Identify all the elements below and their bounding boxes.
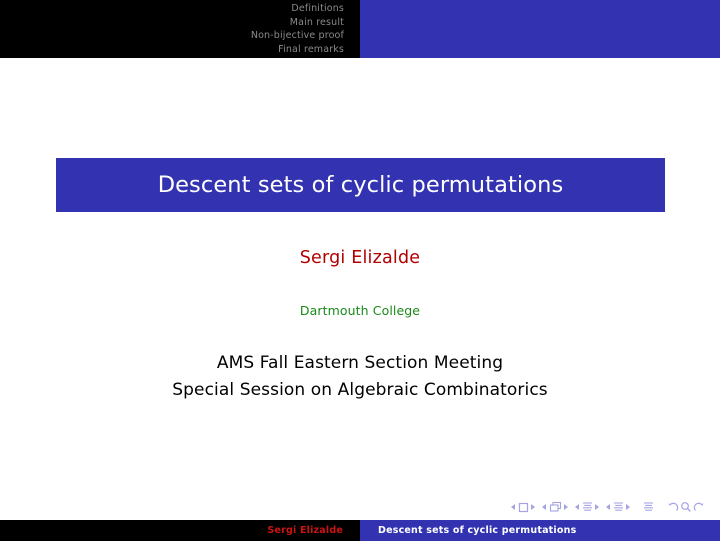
header-nav-item-final-remarks[interactable]: Final remarks <box>0 43 344 57</box>
footer-author-section: Sergi Elizalde <box>0 520 360 541</box>
footer-title-label: Descent sets of cyclic permutations <box>378 525 577 536</box>
go-forward-icon[interactable] <box>693 498 705 517</box>
subsection-navigation-icon[interactable] <box>582 498 593 517</box>
previous-section-icon[interactable] <box>606 504 610 510</box>
header-nav-item-non-bijective-proof[interactable]: Non-bijective proof <box>0 29 344 43</box>
slide-header-bar: Definitions Main result Non-bijective pr… <box>0 0 720 58</box>
beamer-navigation-symbols <box>511 499 712 515</box>
document-navigation-icon[interactable] <box>643 498 654 517</box>
header-nav-item-definitions[interactable]: Definitions <box>0 2 344 16</box>
page-title: Descent sets of cyclic permutations <box>157 172 564 198</box>
slide-title-box: Descent sets of cyclic permutations <box>56 158 665 212</box>
next-slide-icon[interactable] <box>531 504 535 510</box>
header-navigation-list: Definitions Main result Non-bijective pr… <box>0 0 360 58</box>
next-subsection-icon[interactable] <box>595 504 599 510</box>
header-nav-item-main-result[interactable]: Main result <box>0 16 344 30</box>
next-frame-icon[interactable] <box>564 504 568 510</box>
previous-subsection-icon[interactable] <box>575 504 579 510</box>
section-navigation-icon[interactable] <box>613 498 624 517</box>
slide-event-line-1: AMS Fall Eastern Section Meeting <box>216 353 504 373</box>
slide-footer-bar: Sergi Elizalde Descent sets of cyclic pe… <box>0 520 720 541</box>
previous-frame-icon[interactable] <box>542 504 546 510</box>
history-navigation-group[interactable] <box>667 498 705 517</box>
section-navigation-group[interactable] <box>606 498 630 517</box>
next-section-icon[interactable] <box>626 504 630 510</box>
go-back-icon[interactable] <box>667 498 679 517</box>
subsection-navigation-group[interactable] <box>575 498 599 517</box>
slide-navigation-group[interactable] <box>511 498 535 517</box>
slide-event-line-2: Special Session on Algebraic Combinatori… <box>172 380 548 400</box>
footer-author-label: Sergi Elizalde <box>267 525 343 536</box>
slide-institute: Dartmouth College <box>299 303 421 318</box>
previous-slide-icon[interactable] <box>511 504 515 510</box>
slide-event: AMS Fall Eastern Section Meeting Special… <box>0 350 720 404</box>
slide-navigation-icon[interactable] <box>518 498 529 517</box>
footer-title-section: Descent sets of cyclic permutations <box>360 520 720 541</box>
document-navigation-group[interactable] <box>643 498 654 517</box>
search-icon[interactable] <box>680 498 692 517</box>
frame-navigation-icon[interactable] <box>549 498 562 517</box>
frame-navigation-group[interactable] <box>542 498 568 517</box>
slide-author: Sergi Elizalde <box>299 248 421 268</box>
